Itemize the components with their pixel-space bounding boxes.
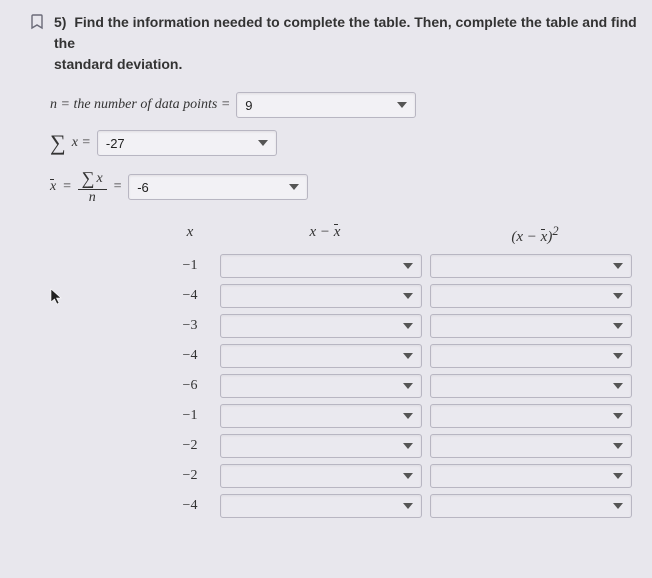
question-text: Find the information needed to complete … — [54, 14, 637, 51]
x-value: −2 — [160, 438, 220, 454]
chevron-down-icon — [403, 443, 413, 449]
table-row: −1 — [160, 254, 652, 278]
diff-dropdown[interactable] — [220, 374, 422, 398]
chevron-down-icon — [403, 503, 413, 509]
n-dropdown[interactable]: 9 — [236, 92, 416, 118]
diff-dropdown[interactable] — [220, 434, 422, 458]
chevron-down-icon — [403, 353, 413, 359]
diff-dropdown[interactable] — [220, 254, 422, 278]
table-row: −2 — [160, 434, 652, 458]
table-row: −4 — [160, 494, 652, 518]
sq-dropdown[interactable] — [430, 464, 632, 488]
data-table: x x − x (x − x)2 −1 −4 −3 −4 −6 −1 −2 −2 −4 — [160, 224, 652, 518]
chevron-down-icon — [403, 473, 413, 479]
chevron-down-icon — [289, 184, 299, 190]
sum-dropdown[interactable]: -27 — [97, 130, 277, 156]
table-row: −1 — [160, 404, 652, 428]
chevron-down-icon — [403, 263, 413, 269]
chevron-down-icon — [613, 383, 623, 389]
chevron-down-icon — [613, 503, 623, 509]
x-value: −6 — [160, 378, 220, 394]
mean-dropdown[interactable]: -6 — [128, 174, 308, 200]
n-value: 9 — [245, 98, 252, 113]
col-header-diff: x − x — [220, 224, 430, 246]
sq-dropdown[interactable] — [430, 404, 632, 428]
chevron-down-icon — [403, 323, 413, 329]
chevron-down-icon — [403, 383, 413, 389]
chevron-down-icon — [613, 263, 623, 269]
x-value: −2 — [160, 468, 220, 484]
mean-value: -6 — [137, 180, 149, 195]
x-value: −4 — [160, 498, 220, 514]
xbar-symbol: x — [50, 179, 56, 195]
table-row: −2 — [160, 464, 652, 488]
col-header-x: x — [160, 224, 220, 246]
diff-dropdown[interactable] — [220, 314, 422, 338]
x-value: −1 — [160, 408, 220, 424]
table-row: −3 — [160, 314, 652, 338]
sq-dropdown[interactable] — [430, 374, 632, 398]
sum-value: -27 — [106, 136, 125, 151]
x-value: −3 — [160, 318, 220, 334]
question-subtext: standard deviation. — [54, 56, 652, 72]
n-label: n = the number of data points = — [50, 97, 230, 113]
chevron-down-icon — [403, 293, 413, 299]
table-row: −4 — [160, 344, 652, 368]
bookmark-icon[interactable] — [30, 14, 46, 33]
chevron-down-icon — [403, 413, 413, 419]
chevron-down-icon — [613, 353, 623, 359]
sq-dropdown[interactable] — [430, 254, 632, 278]
x-value: −4 — [160, 288, 220, 304]
question-number: 5) — [54, 14, 66, 30]
equals-1: = — [62, 179, 71, 195]
chevron-down-icon — [613, 413, 623, 419]
chevron-down-icon — [613, 323, 623, 329]
table-row: −4 — [160, 284, 652, 308]
sq-dropdown[interactable] — [430, 494, 632, 518]
table-row: −6 — [160, 374, 652, 398]
sq-dropdown[interactable] — [430, 434, 632, 458]
sq-dropdown[interactable] — [430, 344, 632, 368]
equals-2: = — [113, 179, 122, 195]
cursor-icon — [50, 288, 64, 306]
chevron-down-icon — [613, 473, 623, 479]
chevron-down-icon — [613, 443, 623, 449]
chevron-down-icon — [613, 293, 623, 299]
fraction: ∑x n — [78, 168, 107, 206]
diff-dropdown[interactable] — [220, 494, 422, 518]
diff-dropdown[interactable] — [220, 344, 422, 368]
diff-dropdown[interactable] — [220, 464, 422, 488]
sq-dropdown[interactable] — [430, 284, 632, 308]
sq-dropdown[interactable] — [430, 314, 632, 338]
x-value: −4 — [160, 348, 220, 364]
diff-dropdown[interactable] — [220, 284, 422, 308]
chevron-down-icon — [258, 140, 268, 146]
sigma-icon: ∑ — [50, 130, 66, 156]
col-header-sq: (x − x)2 — [430, 224, 640, 246]
sum-label: x = — [72, 135, 91, 151]
chevron-down-icon — [397, 102, 407, 108]
x-value: −1 — [160, 258, 220, 274]
diff-dropdown[interactable] — [220, 404, 422, 428]
